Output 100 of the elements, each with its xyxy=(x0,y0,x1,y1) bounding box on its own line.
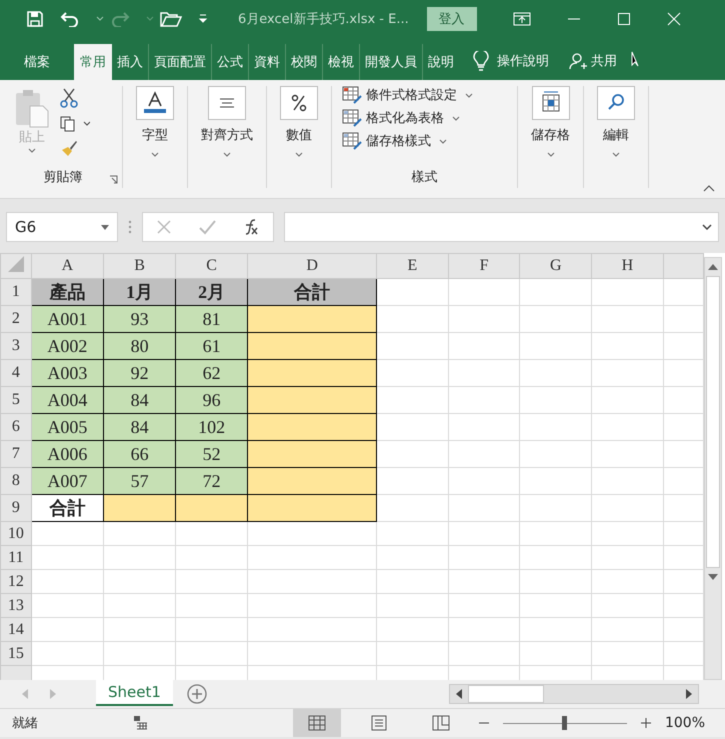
caret-down-icon[interactable] xyxy=(439,138,447,144)
font-button[interactable]: 字型 xyxy=(136,86,174,157)
cells-button[interactable]: 儲存格 xyxy=(531,86,570,157)
table-cell: 產品 xyxy=(31,278,104,306)
table-brush-icon xyxy=(342,109,362,127)
row-header[interactable]: 4 xyxy=(12,364,20,381)
paste-clipboard-icon[interactable] xyxy=(14,88,50,128)
table-cell: A006 xyxy=(31,440,104,468)
table-cell: 2月 xyxy=(176,278,248,306)
caret-down-icon[interactable] xyxy=(452,116,460,120)
share-button[interactable]: 共用 xyxy=(591,38,617,80)
vertical-scrollbar[interactable] xyxy=(704,257,722,680)
scroll-right-icon[interactable] xyxy=(686,689,692,699)
dropdown-caret-icon[interactable] xyxy=(96,16,104,22)
row-header[interactable]: 8 xyxy=(12,472,20,489)
row-header[interactable]: 1 xyxy=(12,283,20,300)
table-cell: 61 xyxy=(176,332,248,360)
name-box[interactable]: G6 xyxy=(6,212,118,242)
format-painter-icon[interactable] xyxy=(60,140,78,158)
row-header[interactable]: 9 xyxy=(12,499,20,516)
calculator-icon[interactable] xyxy=(134,716,148,730)
caret-down-icon[interactable] xyxy=(28,148,36,153)
alignment-button[interactable]: 對齊方式 xyxy=(201,86,253,157)
copy-icon[interactable] xyxy=(60,116,90,132)
styles-menu-button[interactable]: 格式化為表格 xyxy=(342,109,507,127)
grid-icon xyxy=(308,715,326,731)
row-header[interactable]: 2 xyxy=(12,310,20,327)
tell-me-button[interactable]: 操作說明 xyxy=(497,38,549,80)
table-cell: 1月 xyxy=(104,278,176,306)
table-cell: A002 xyxy=(31,332,104,360)
formula-input-field[interactable] xyxy=(284,212,719,242)
sign-in-button[interactable]: 登入 xyxy=(426,7,477,31)
close-icon[interactable] xyxy=(666,12,681,26)
maximize-icon[interactable] xyxy=(616,12,631,26)
caret-down-icon[interactable] xyxy=(295,152,303,157)
page-icon xyxy=(370,715,388,731)
scroll-down-icon[interactable] xyxy=(708,574,718,580)
customize-caret-icon[interactable] xyxy=(198,14,208,24)
table-cell: 52 xyxy=(176,440,248,468)
status-text: 就緒 xyxy=(12,715,38,732)
zoom-level[interactable]: 100% xyxy=(664,715,705,731)
horizontal-scrollbar[interactable] xyxy=(449,684,699,704)
styles-menu-button[interactable]: 儲存格樣式 xyxy=(342,132,507,150)
ribbon-tab[interactable]: 檔案 xyxy=(0,44,74,80)
table-cell: 66 xyxy=(104,440,176,468)
column-header[interactable]: A xyxy=(62,257,74,274)
scroll-left-icon[interactable] xyxy=(456,689,462,699)
ribbon-display-icon[interactable] xyxy=(512,12,531,26)
table-cell: 84 xyxy=(104,386,176,414)
scroll-up-icon[interactable] xyxy=(708,264,718,270)
row-header[interactable]: 5 xyxy=(12,391,20,408)
collapse-ribbon-icon[interactable] xyxy=(703,184,715,192)
table-cell: 96 xyxy=(176,386,248,414)
row-header[interactable]: 3 xyxy=(12,337,20,354)
expand-caret-icon[interactable] xyxy=(702,224,712,230)
row-header[interactable]: 6 xyxy=(12,418,20,435)
mouse-cursor-icon xyxy=(631,51,639,67)
normal-view-button[interactable] xyxy=(292,709,341,737)
scissors-icon[interactable] xyxy=(60,88,78,108)
lightbulb-icon xyxy=(473,51,489,71)
caret-down-icon[interactable] xyxy=(223,152,231,157)
caret-down-icon[interactable] xyxy=(546,152,554,157)
folder-icon[interactable] xyxy=(160,11,182,27)
font-color-icon xyxy=(136,86,174,120)
column-header[interactable]: D xyxy=(306,257,318,274)
person-add-icon xyxy=(569,52,587,70)
caret-down-icon[interactable] xyxy=(465,92,473,98)
zoom-in-icon[interactable] xyxy=(640,718,651,728)
caret-down-icon[interactable] xyxy=(151,152,159,157)
checkmark-icon[interactable] xyxy=(198,219,216,235)
column-header[interactable]: F xyxy=(480,257,489,274)
add-sheet-icon[interactable] xyxy=(186,684,207,704)
table-cell: 81 xyxy=(176,306,248,332)
table-cell: A003 xyxy=(31,360,104,386)
editing-button[interactable]: 編輯 xyxy=(597,86,635,157)
column-header[interactable]: B xyxy=(134,257,145,274)
table-cell: 102 xyxy=(176,414,248,440)
caret-down-icon[interactable] xyxy=(612,152,620,157)
column-header[interactable]: C xyxy=(206,257,217,274)
table-cell: A001 xyxy=(31,306,104,332)
sheet-tab[interactable]: Sheet1 xyxy=(96,680,173,706)
row-header[interactable]: 7 xyxy=(12,445,20,462)
ribbon-tab[interactable]: 插入 xyxy=(112,44,148,80)
column-header[interactable]: E xyxy=(408,257,418,274)
table-cell: 72 xyxy=(176,468,248,494)
styles-menu-button[interactable]: 條件式格式設定 xyxy=(342,86,507,104)
table-cell: 57 xyxy=(104,468,176,494)
ribbon-tab[interactable]: 常用 xyxy=(74,44,112,80)
page-break-icon xyxy=(432,715,450,731)
column-header[interactable]: H xyxy=(622,257,634,274)
group-label: 樣式 xyxy=(412,170,438,185)
save-icon[interactable] xyxy=(26,10,44,28)
cells-grid-icon xyxy=(532,86,570,120)
zoom-slider[interactable] xyxy=(502,716,627,730)
number-button[interactable]: 數值 xyxy=(280,86,318,157)
undo-icon[interactable] xyxy=(60,11,80,27)
dialog-launcher-icon[interactable] xyxy=(109,175,118,184)
column-header[interactable]: G xyxy=(550,257,562,274)
table-cell: 93 xyxy=(104,306,176,332)
group-label: 剪貼簿 xyxy=(44,170,82,185)
